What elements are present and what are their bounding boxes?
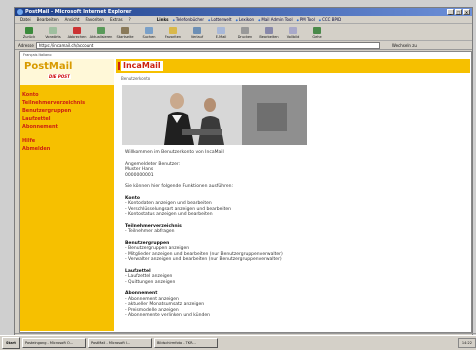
- incamail-logo: IncaMail: [118, 61, 163, 71]
- maximize-button[interactable]: □: [455, 9, 462, 15]
- language-links[interactable]: Français Italiano: [20, 52, 468, 58]
- back-icon: [25, 27, 33, 34]
- sidebar-item-laufzettel[interactable]: Laufzettel: [20, 115, 114, 123]
- go-to-button[interactable]: Wechseln zu: [392, 43, 417, 48]
- fullscreen-button[interactable]: Vollbild: [282, 27, 304, 39]
- fullscreen-icon: [289, 27, 297, 34]
- stop-button[interactable]: Abbrechen: [66, 27, 88, 39]
- page-content: Français Italiano PostMail DIE POST Kont…: [19, 51, 472, 333]
- forward-icon: [49, 27, 57, 34]
- stop-label: Abbrechen: [67, 35, 87, 39]
- favorites-button[interactable]: Favoriten: [162, 27, 184, 39]
- back-label: Zurück: [22, 35, 36, 39]
- history-icon: [193, 27, 201, 34]
- go-icon: [313, 27, 321, 34]
- window-controls: _ □ ×: [447, 9, 470, 15]
- mail-icon: [217, 27, 225, 34]
- edit-icon: [265, 27, 273, 34]
- link-ccc-bpid[interactable]: CCC BPID: [319, 17, 341, 22]
- refresh-label: Aktualisieren: [89, 35, 113, 39]
- window-title: PostMail - Microsoft Internet Explorer: [25, 9, 132, 15]
- close-button[interactable]: ×: [463, 9, 470, 15]
- links-bar: Links Telefonbücher Lotterwelt Lexikon M…: [157, 17, 341, 22]
- function-item: - Abonnemente verlinken und künden: [125, 313, 210, 318]
- sidebar-item-abonnement[interactable]: Abonnement: [20, 123, 114, 131]
- forward-button[interactable]: Vorwärts: [42, 27, 64, 39]
- fullscreen-label: Vollbild: [286, 35, 300, 39]
- link-lexikon[interactable]: Lexikon: [236, 17, 254, 22]
- menu-help[interactable]: ?: [129, 17, 131, 22]
- menu-datei[interactable]: Datei: [20, 17, 31, 22]
- links-label: Links: [156, 17, 169, 22]
- menu-extras[interactable]: Extras: [110, 17, 123, 22]
- refresh-button[interactable]: Aktualisieren: [90, 27, 112, 39]
- menu-bearbeiten[interactable]: Bearbeiten: [37, 17, 59, 22]
- link-pm-tool[interactable]: PM Tool: [297, 17, 315, 22]
- edit-button[interactable]: Bearbeiten: [258, 27, 280, 39]
- browser-window: PostMail - Microsoft Internet Explorer _…: [14, 7, 476, 349]
- business-people-illustration: [122, 85, 307, 145]
- go-label: Gehe: [312, 35, 322, 39]
- print-button[interactable]: Drucken: [234, 27, 256, 39]
- go-button[interactable]: Gehe: [306, 27, 328, 39]
- menu-bar: Datei Bearbeiten Ansicht Favoriten Extra…: [15, 16, 472, 24]
- sidebar-item-abmelden[interactable]: Abmelden: [20, 145, 114, 153]
- print-icon: [241, 27, 249, 34]
- brand-subline: DIE POST: [48, 74, 71, 79]
- menu-favoriten[interactable]: Favoriten: [85, 17, 104, 22]
- taskbar-item[interactable]: Posteingang - Microsoft O...: [21, 338, 86, 348]
- address-field[interactable]: https://incamail.ch/account: [35, 41, 380, 49]
- main-area: IncaMail Benutzerkonto Willkommen im Ben…: [116, 59, 470, 331]
- business-photo: [122, 85, 307, 145]
- address-bar: Adresse https://incamail.ch/account Wech…: [15, 41, 472, 50]
- account-overview: Willkommen im Benutzerkonto von IncaMail…: [125, 150, 425, 319]
- sidebar: PostMail DIE POST Konto Teilnehmerverzei…: [20, 59, 114, 331]
- link-lotterwelt[interactable]: Lotterwelt: [208, 17, 231, 22]
- home-button[interactable]: Startseite: [114, 27, 136, 39]
- search-button[interactable]: Suchen: [138, 27, 160, 39]
- history-label: Verlauf: [190, 35, 204, 39]
- menu-ansicht[interactable]: Ansicht: [65, 17, 80, 22]
- taskbar-item[interactable]: Bildschirmfoto - TKR...: [153, 338, 218, 348]
- home-icon: [121, 27, 129, 34]
- edit-label: Bearbeiten: [259, 35, 279, 39]
- sidebar-item-konto[interactable]: Konto: [20, 91, 114, 99]
- start-button[interactable]: Start: [2, 337, 20, 349]
- sidebar-item-hilfe[interactable]: Hilfe: [20, 137, 114, 145]
- page-title: Benutzerkonto: [121, 76, 151, 81]
- favorites-icon: [169, 27, 177, 34]
- search-label: Suchen: [142, 35, 156, 39]
- print-label: Drucken: [237, 35, 253, 39]
- stop-icon: [73, 27, 81, 34]
- back-button[interactable]: Zurück: [18, 27, 40, 39]
- link-mail-admin-tool[interactable]: Mail Admin Tool: [258, 17, 292, 22]
- forward-label: Vorwärts: [45, 35, 61, 39]
- sidebar-nav: Konto Teilnehmerverzeichnis Benutzergrup…: [20, 91, 114, 153]
- toolbar: Zurück Vorwärts Abbrechen Aktualisieren …: [15, 24, 472, 41]
- taskbar-item[interactable]: PostMail - Microsoft I...: [87, 338, 152, 348]
- home-label: Startseite: [116, 35, 134, 39]
- favorites-label: Favoriten: [164, 35, 182, 39]
- ie-icon: [17, 9, 23, 15]
- system-clock: 14:22: [457, 338, 476, 348]
- link-telefonbuecher[interactable]: Telefonbücher: [173, 17, 204, 22]
- history-button[interactable]: Verlauf: [186, 27, 208, 39]
- address-label: Adresse: [18, 42, 34, 48]
- sidebar-item-benutzergruppen[interactable]: Benutzergruppen: [20, 107, 114, 115]
- mail-button[interactable]: E-Mail: [210, 27, 232, 39]
- sidebar-item-teilnehmerverzeichnis[interactable]: Teilnehmerverzeichnis: [20, 99, 114, 107]
- refresh-icon: [97, 27, 105, 34]
- brand-name: PostMail: [24, 61, 73, 72]
- taskbar: Start Posteingang - Microsoft O... PostM…: [0, 335, 476, 350]
- header-bar: IncaMail: [116, 59, 470, 73]
- minimize-button[interactable]: _: [447, 9, 454, 15]
- mail-label: E-Mail: [215, 35, 227, 39]
- brand-block: PostMail DIE POST: [20, 59, 114, 87]
- title-bar[interactable]: PostMail - Microsoft Internet Explorer _…: [15, 8, 472, 16]
- search-icon: [145, 27, 153, 34]
